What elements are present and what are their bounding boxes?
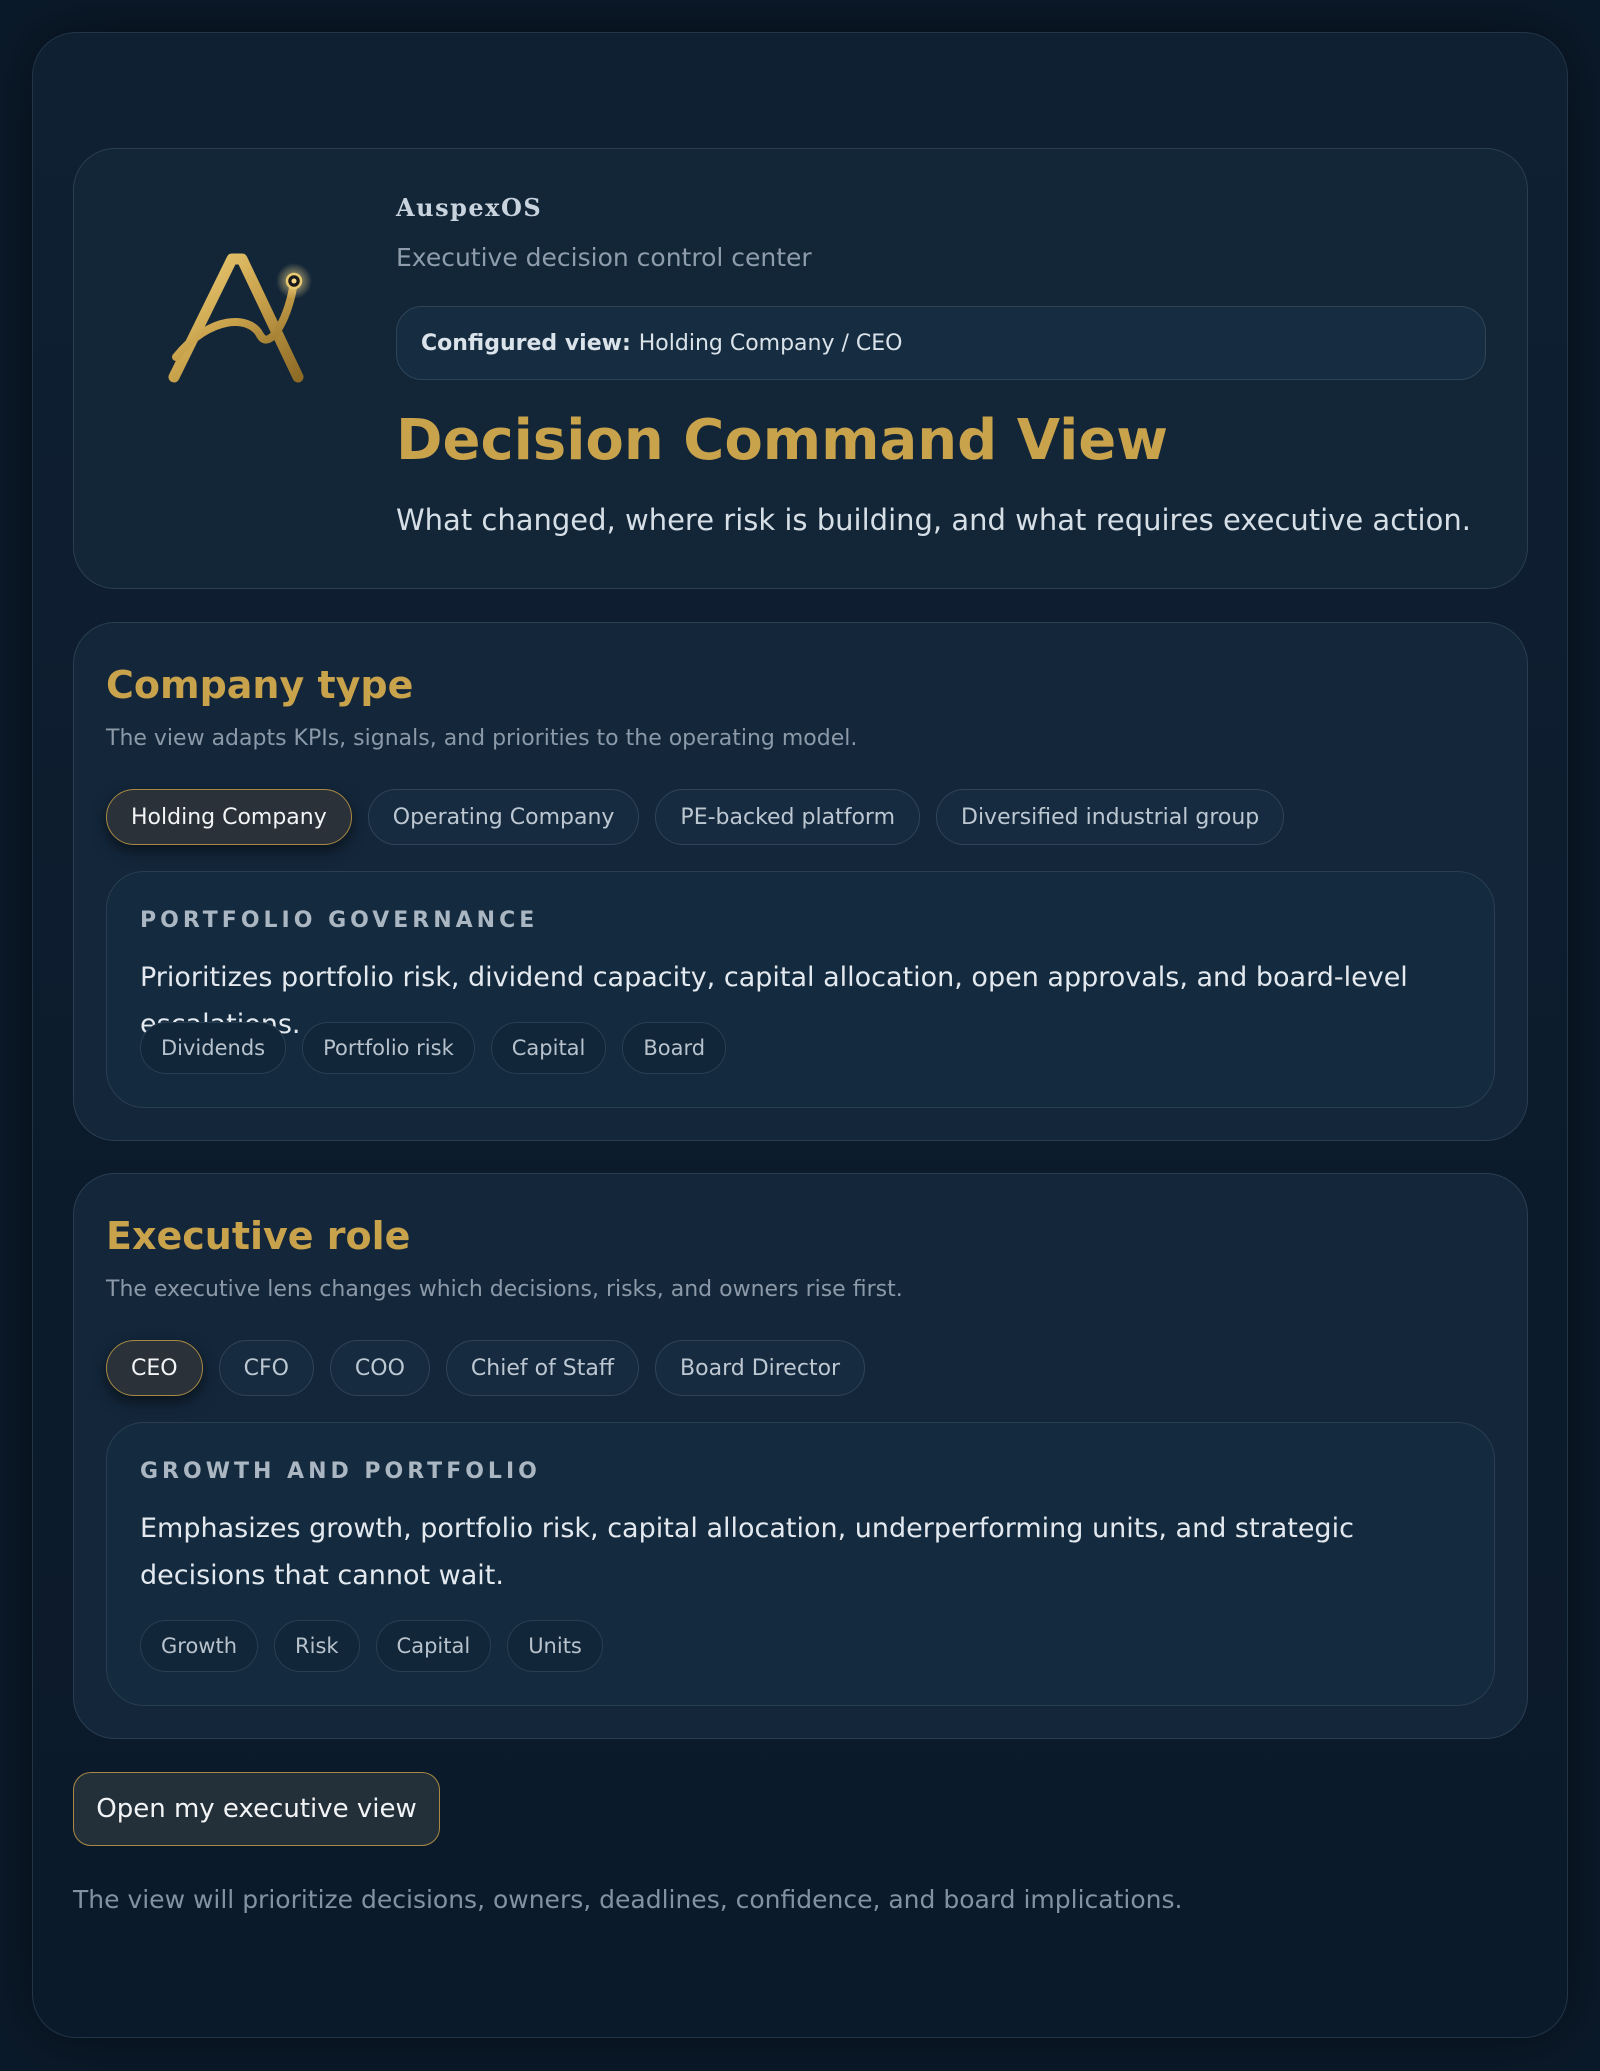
company-type-options: Holding Company Operating Company PE-bac… [106,789,1285,845]
company-type-option-holding[interactable]: Holding Company [106,789,352,845]
page-subtitle: What changed, where risk is building, an… [396,503,1471,537]
tag: Portfolio risk [302,1022,475,1074]
company-type-title: Company type [106,663,414,707]
executive-role-tags: Growth Risk Capital Units [140,1620,603,1672]
company-type-tags: Dividends Portfolio risk Capital Board [140,1022,727,1074]
tag: Capital [490,1022,607,1074]
executive-role-options: CEO CFO COO Chief of Staff Board Directo… [106,1340,866,1396]
tag: Units [507,1620,603,1672]
tag: Board [622,1022,727,1074]
company-type-detail-card: PORTFOLIO GOVERNANCE Prioritizes portfol… [106,871,1495,1108]
tag: Dividends [140,1022,287,1074]
page-title: Decision Command View [396,408,1168,473]
company-type-option-diversified[interactable]: Diversified industrial group [936,789,1285,845]
configured-view-label: Configured view: [421,330,631,356]
company-type-detail-kicker: PORTFOLIO GOVERNANCE [140,908,539,933]
executive-role-option-cfo[interactable]: CFO [218,1340,314,1396]
company-type-option-pe-backed[interactable]: PE-backed platform [655,789,920,845]
brand-tagline: Executive decision control center [396,243,812,272]
company-type-description: The view adapts KPIs, signals, and prior… [106,726,858,751]
executive-role-option-chief-of-staff[interactable]: Chief of Staff [445,1340,640,1396]
executive-role-option-ceo[interactable]: CEO [106,1340,203,1396]
executive-role-option-board-director[interactable]: Board Director [655,1340,866,1396]
executive-role-title: Executive role [106,1214,411,1258]
configured-view-value: Holding Company / CEO [638,330,903,356]
company-type-panel: Company type The view adapts KPIs, signa… [73,622,1528,1141]
executive-role-description: The executive lens changes which decisio… [106,1277,903,1302]
executive-role-detail-kicker: GROWTH AND PORTFOLIO [140,1459,541,1484]
auspex-logo [168,253,312,383]
open-executive-view-button[interactable]: Open my executive view [73,1772,440,1846]
tag: Growth [140,1620,259,1672]
brand-name: AuspexOS [396,193,543,222]
executive-role-option-coo[interactable]: COO [329,1340,430,1396]
executive-role-panel: Executive role The executive lens change… [73,1173,1528,1739]
company-type-option-operating[interactable]: Operating Company [367,789,640,845]
executive-role-detail-card: GROWTH AND PORTFOLIO Emphasizes growth, … [106,1422,1495,1706]
tag: Capital [375,1620,492,1672]
tag: Risk [274,1620,360,1672]
configured-view-bar: Configured view: Holding Company / CEO [396,306,1486,380]
view-footnote: The view will prioritize decisions, owne… [73,1885,1183,1914]
executive-role-detail-text: Emphasizes growth, portfolio risk, capit… [140,1513,1354,1591]
